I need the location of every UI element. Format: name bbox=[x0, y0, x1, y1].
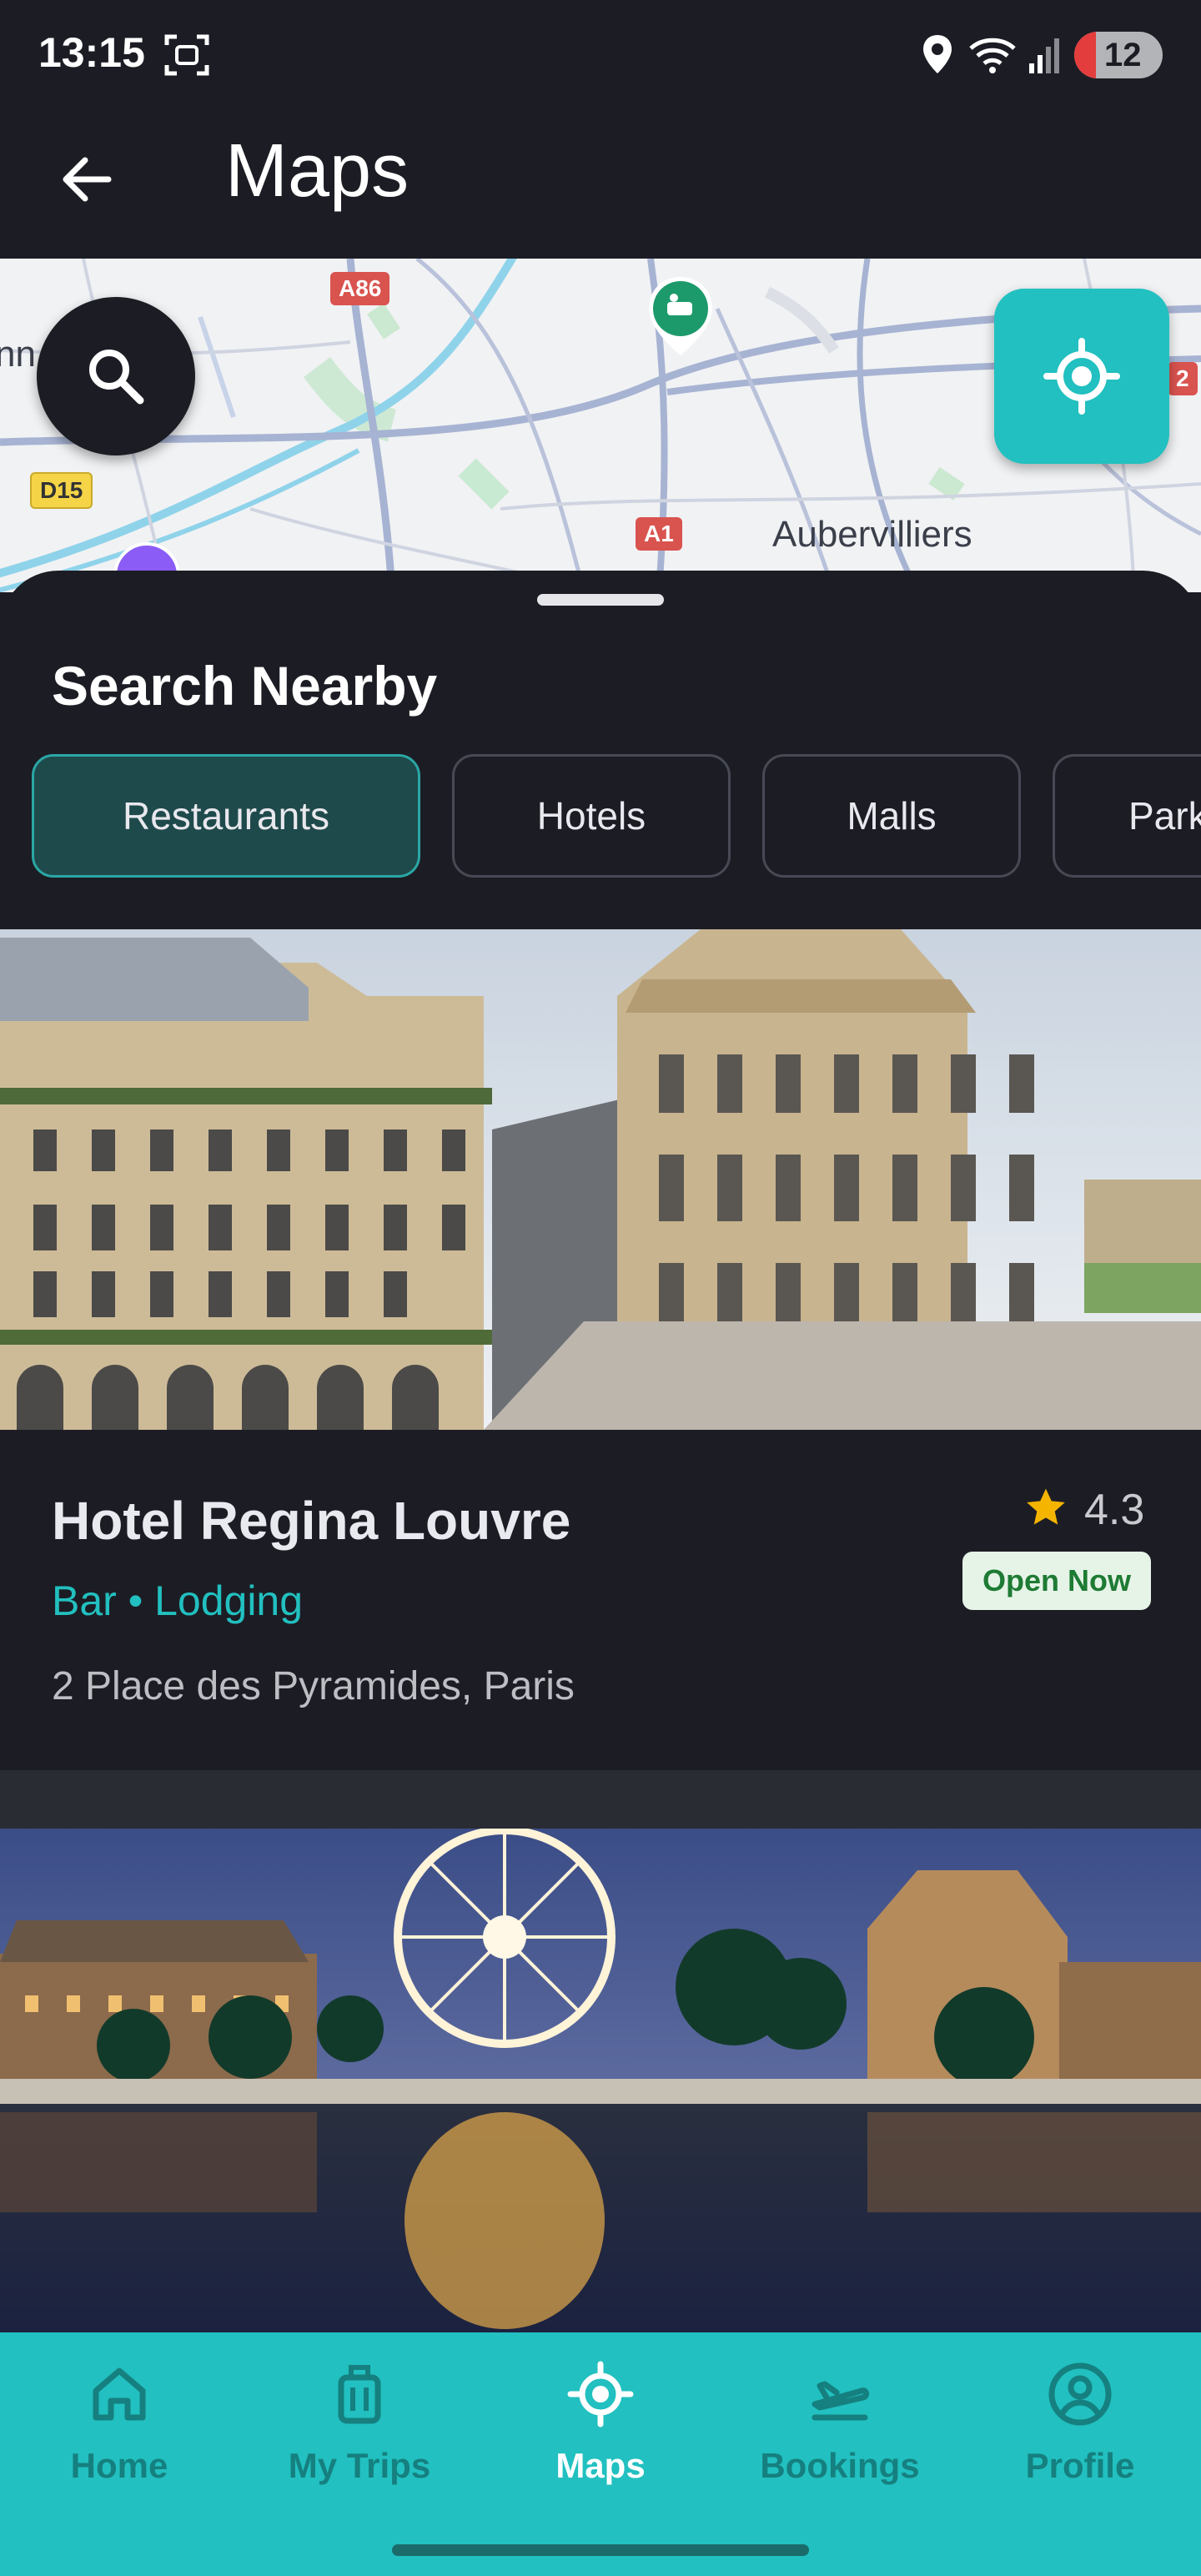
luggage-icon bbox=[338, 2365, 381, 2424]
status-badge-label: Open Now bbox=[982, 1563, 1131, 1597]
road-label-d15: D15 bbox=[30, 472, 93, 509]
map-city-label: Aubervilliers bbox=[772, 514, 972, 555]
place-categories: Bar • Lodging bbox=[52, 1577, 304, 1624]
search-nearby-title: Search Nearby bbox=[52, 655, 438, 717]
sheet-drag-handle[interactable] bbox=[537, 594, 664, 606]
place-image[interactable] bbox=[0, 929, 1201, 1430]
status-bar: 13:15 12 bbox=[0, 0, 1201, 108]
home-icon bbox=[93, 2367, 146, 2421]
home-indicator bbox=[392, 2544, 809, 2556]
nav-label: My Trips bbox=[288, 2446, 431, 2485]
search-map-button[interactable] bbox=[37, 297, 195, 455]
nav-home[interactable]: Home bbox=[15, 2361, 224, 2519]
nav-label: Bookings bbox=[760, 2446, 920, 2485]
battery-level: 12 bbox=[1104, 37, 1142, 73]
place-address: 2 Place des Pyramides, Paris bbox=[52, 1664, 575, 1708]
app-bar: Maps bbox=[0, 108, 1201, 259]
page-title: Maps bbox=[225, 129, 410, 213]
star-icon bbox=[1023, 1485, 1069, 1532]
chip-hotels[interactable]: Hotels bbox=[452, 754, 731, 878]
my-location-button[interactable] bbox=[994, 289, 1169, 464]
chip-parks[interactable]: Parks bbox=[1053, 754, 1201, 878]
place-rating: 4.3 bbox=[1084, 1486, 1145, 1534]
place-name: Hotel Regina Louvre bbox=[52, 1491, 571, 1551]
nav-label: Profile bbox=[1025, 2446, 1135, 2485]
road-label-partial-right: 2 bbox=[1168, 362, 1198, 395]
map-partial-label: nn bbox=[0, 334, 36, 375]
profile-icon bbox=[1048, 2362, 1112, 2426]
nav-my-trips[interactable]: My Trips bbox=[255, 2361, 464, 2519]
road-label-a1: A1 bbox=[636, 517, 682, 551]
chip-label: Malls bbox=[847, 794, 937, 838]
wifi-icon bbox=[967, 33, 1018, 75]
nav-profile[interactable]: Profile bbox=[976, 2361, 1184, 2519]
place-image[interactable] bbox=[0, 1829, 1201, 2332]
status-badge: Open Now bbox=[962, 1552, 1151, 1610]
nav-bookings[interactable]: Bookings bbox=[736, 2361, 944, 2519]
map-place-marker[interactable] bbox=[644, 275, 717, 359]
location-icon bbox=[921, 33, 954, 75]
screenshot-icon bbox=[163, 33, 210, 77]
nav-maps[interactable]: Maps bbox=[496, 2361, 705, 2519]
my-location-icon bbox=[1043, 338, 1120, 415]
flight-icon bbox=[812, 2381, 870, 2421]
search-icon bbox=[89, 350, 144, 405]
back-button[interactable] bbox=[50, 142, 125, 217]
nav-label: Home bbox=[70, 2446, 168, 2485]
road-label-a86: A86 bbox=[330, 272, 390, 305]
signal-icon bbox=[1028, 33, 1064, 75]
battery-indicator: 12 bbox=[1074, 32, 1163, 78]
chip-label: Parks bbox=[1128, 794, 1201, 838]
arrow-back-icon bbox=[63, 157, 112, 202]
chip-label: Hotels bbox=[536, 794, 646, 838]
chip-malls[interactable]: Malls bbox=[762, 754, 1021, 878]
nav-label: Maps bbox=[555, 2446, 646, 2485]
status-time: 13:15 bbox=[38, 29, 145, 76]
target-icon bbox=[567, 2361, 634, 2428]
chip-label: Restaurants bbox=[122, 794, 329, 838]
map-view[interactable]: A86 D15 A1 2 Aubervilliers nn bbox=[0, 259, 1201, 592]
chip-restaurants[interactable]: Restaurants bbox=[32, 754, 420, 878]
card-separator bbox=[0, 1770, 1201, 1829]
